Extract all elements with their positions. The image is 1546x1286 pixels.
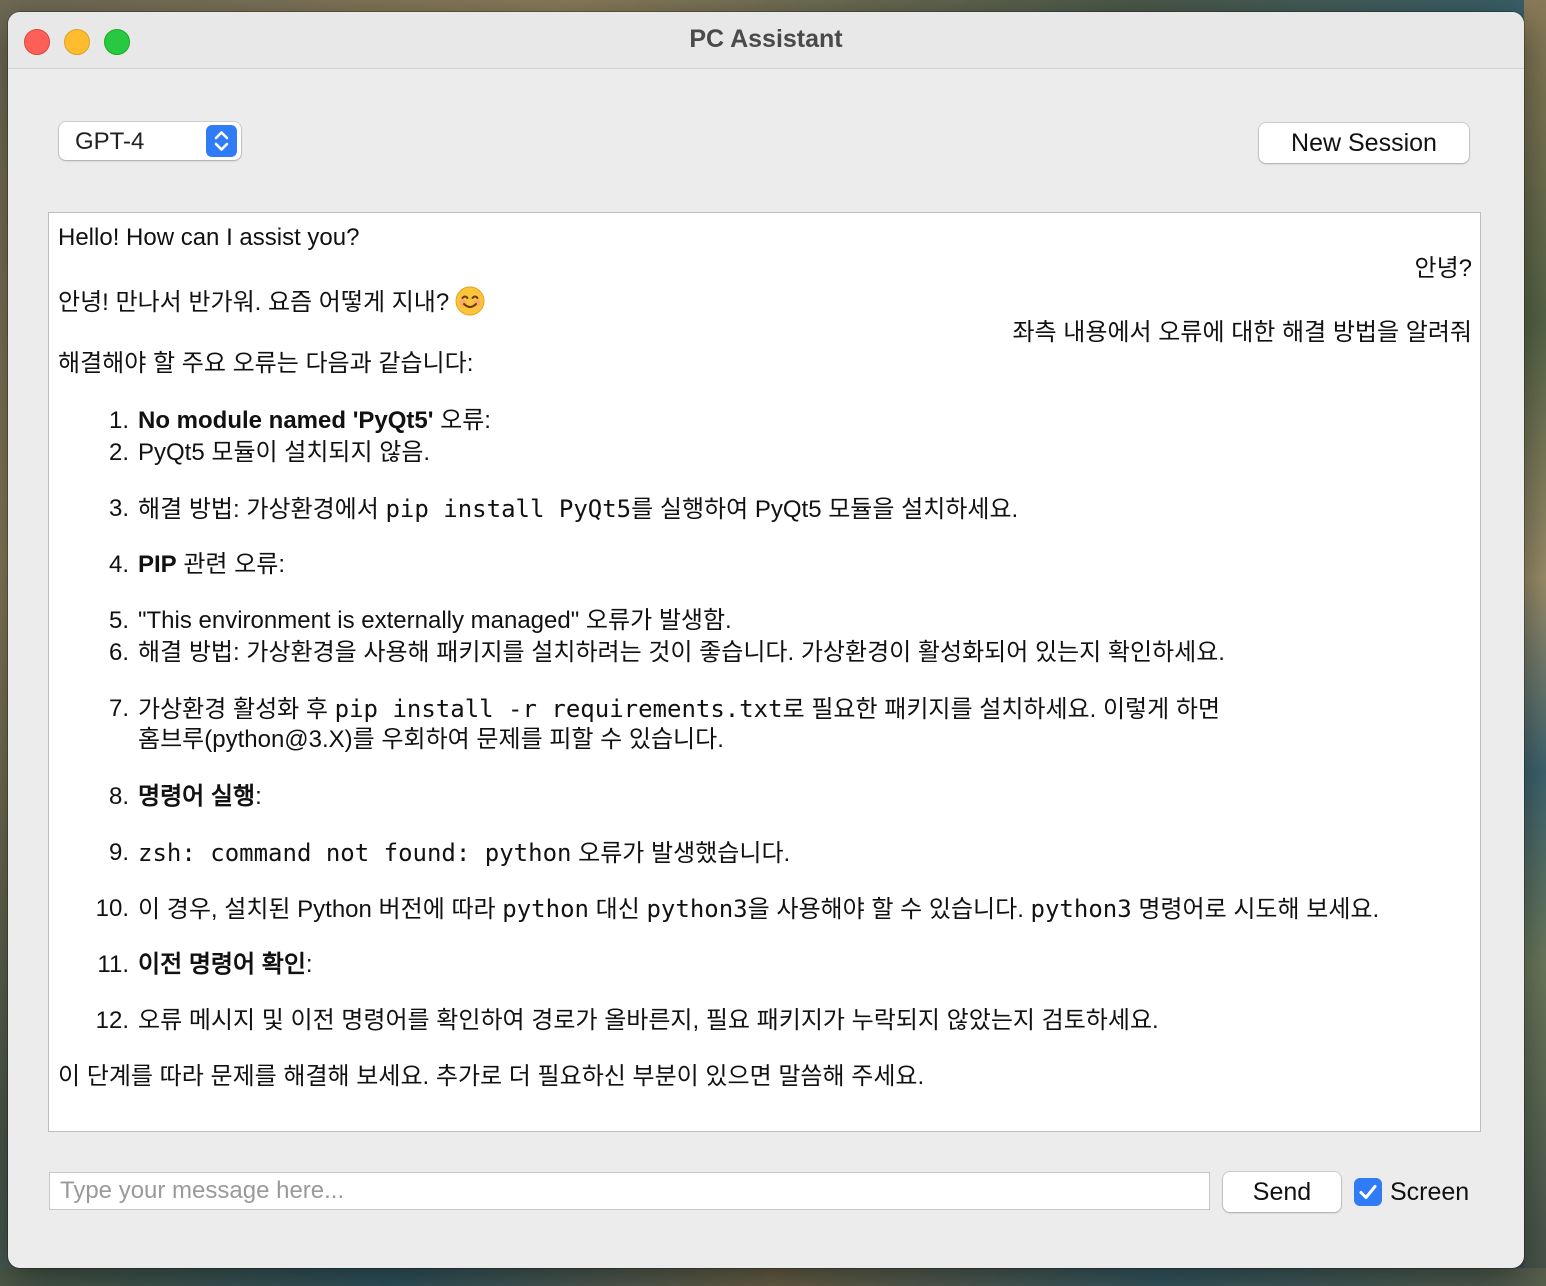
list-number: 12. — [95, 1007, 129, 1034]
list-item: PIP 관련 오류: — [138, 550, 285, 580]
list-item-bold: No module named 'PyQt5' — [138, 407, 434, 434]
list-item: "This environment is externally managed"… — [138, 607, 732, 634]
list-item: zsh: command not found: python 오류가 발생했습니… — [138, 838, 790, 869]
list-number: 8. — [108, 783, 129, 810]
list-item-bold: PIP — [138, 551, 177, 578]
list-item-text: 오류: — [433, 407, 491, 434]
inline-code: python3 — [646, 895, 748, 923]
list-number: 10. — [95, 895, 129, 922]
list-number: 2. — [108, 439, 129, 466]
list-item: No module named 'PyQt5' 오류: — [138, 406, 491, 436]
smiling-face-emoji-icon — [455, 286, 485, 316]
message-input[interactable] — [49, 1172, 1210, 1210]
list-item: 명령어 실행: — [138, 782, 262, 812]
assistant-message-text: 안녕! 만나서 반가워. 요즘 어떻게 지내? — [58, 289, 450, 316]
list-number: 4. — [108, 551, 129, 578]
updown-chevron-icon — [206, 125, 237, 157]
screen-checkbox[interactable] — [1354, 1178, 1382, 1206]
send-button[interactable]: Send — [1223, 1172, 1341, 1212]
list-number: 7. — [108, 695, 129, 722]
desktop-wallpaper-bottom — [0, 1268, 1546, 1286]
new-session-button[interactable]: New Session — [1259, 123, 1469, 163]
user-message: 좌측 내용에서 오류에 대한 해결 방법을 알려줘 — [1012, 319, 1472, 346]
list-item: 해결 방법: 가상환경을 사용해 패키지를 설치하려는 것이 좋습니다. 가상환… — [138, 639, 1225, 666]
model-select-value: GPT-4 — [75, 128, 145, 155]
list-item-bold: 명령어 실행 — [138, 783, 256, 810]
inline-code: pip install -r requirements.txt — [334, 695, 783, 723]
chat-transcript[interactable]: Hello! How can I assist you? 안녕? 안녕! 만나서… — [48, 212, 1481, 1132]
list-item: 이 경우, 설치된 Python 버전에 따라 python 대신 python… — [138, 894, 1379, 925]
list-item-text: : — [255, 783, 262, 810]
list-item-text: 로 필요한 패키지를 설치하세요. 이렇게 하면 — [782, 696, 1221, 723]
list-item-text: : — [278, 551, 286, 578]
list-item-text: 명령어로 시도해 보세요. — [1131, 896, 1380, 923]
list-item-text: 해결 방법: 가상환경에서 — [138, 496, 386, 523]
title-bar: PC Assistant — [8, 12, 1524, 69]
list-item-text: 이 경우, 설치된 Python 버전에 따라 — [138, 896, 503, 923]
list-item-continuation: 홈브루(python@3.X)를 우회하여 문제를 피할 수 있습니다. — [138, 726, 724, 753]
window-title: PC Assistant — [689, 25, 843, 53]
assistant-intro: 해결해야 할 주요 오류는 다음과 같습니다: — [58, 350, 474, 377]
inline-code: zsh: command not found: python — [138, 839, 572, 867]
screen-checkbox-label[interactable]: Screen — [1390, 1178, 1469, 1207]
list-number: 3. — [108, 495, 129, 522]
list-item-text: 관련 오류 — [176, 551, 279, 578]
list-number: 6. — [108, 639, 129, 666]
list-item-text: : — [305, 951, 313, 978]
list-number: 1. — [108, 407, 129, 434]
list-item-bold: 이전 명령어 확인 — [138, 951, 306, 978]
list-number: 11. — [97, 951, 129, 978]
list-item: PyQt5 모듈이 설치되지 않음. — [138, 439, 431, 466]
inline-code: python — [502, 895, 589, 923]
inline-code: pip install PyQt5 — [385, 495, 632, 523]
inline-code: python3 — [1030, 895, 1132, 923]
model-select[interactable]: GPT-4 — [59, 122, 241, 160]
checkmark-icon — [1359, 1185, 1377, 1199]
list-item-text: 를 실행하여 PyQt5 모듈을 설치하세요. — [631, 496, 1019, 523]
app-window: PC Assistant GPT-4 New Session Hello! Ho… — [8, 12, 1524, 1268]
user-message: 안녕? — [1414, 255, 1472, 282]
list-item-text: 가상환경 활성화 후 — [138, 696, 335, 723]
list-item: 오류 메시지 및 이전 명령어를 확인하여 경로가 올바른지, 필요 패키지가 … — [138, 1007, 1159, 1034]
list-number: 9. — [108, 839, 129, 866]
list-number: 5. — [108, 607, 129, 634]
list-item-text: 대신 — [588, 896, 647, 923]
list-item: 가상환경 활성화 후 pip install -r requirements.t… — [138, 694, 1220, 725]
list-item: 이전 명령어 확인: — [138, 950, 313, 980]
assistant-message: 안녕! 만나서 반가워. 요즘 어떻게 지내? — [58, 286, 485, 318]
list-item-text: 오류가 발생했습니다. — [571, 840, 791, 867]
desktop-wallpaper-right — [1524, 0, 1546, 1286]
list-item: 해결 방법: 가상환경에서 pip install PyQt5를 실행하여 Py… — [138, 494, 1018, 525]
assistant-closing: 이 단계를 따라 문제를 해결해 보세요. 추가로 더 필요하신 부분이 있으면… — [58, 1063, 925, 1090]
list-item-text: 을 사용해야 할 수 있습니다. — [747, 896, 1031, 923]
assistant-greeting: Hello! How can I assist you? — [58, 224, 360, 251]
